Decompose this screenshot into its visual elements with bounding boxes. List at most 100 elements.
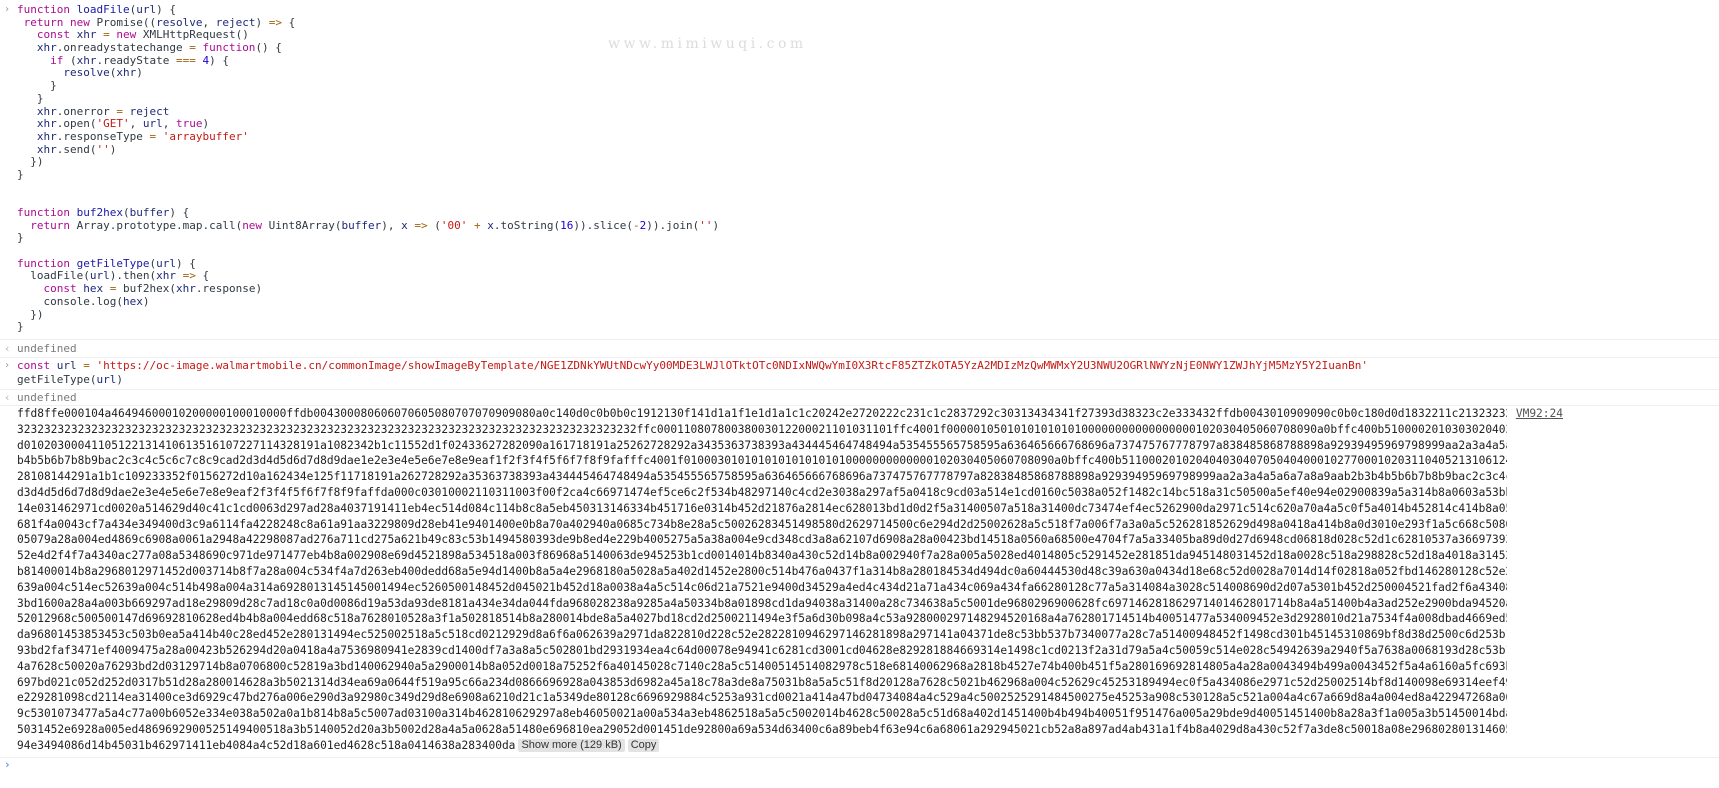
code-line: }) — [17, 155, 719, 169]
code-token: xhr — [76, 53, 97, 67]
code-token: => — [414, 218, 428, 232]
log-line: d3d4d5d6d7d8d9dae2e3e4e5e6e7e8e9eaf2f3f4… — [17, 485, 1507, 501]
code-line: }) — [17, 308, 719, 322]
code-token: return — [30, 218, 70, 232]
code-token: new — [242, 218, 263, 232]
show-more-button[interactable]: Show more (129 kB) — [518, 738, 625, 752]
code-token: const — [36, 28, 70, 42]
code-token: url — [156, 256, 176, 270]
divider — [0, 339, 1719, 340]
code-token: .send( — [56, 142, 97, 156]
code-token: .open( — [56, 117, 97, 131]
log-line: e229281098cd2114ea31400ce3d6929c47bd276a… — [17, 690, 1507, 706]
code-line: return Array.prototype.map.call(new Uint… — [17, 218, 719, 233]
hex-text: 14e031462971cd0020a514629d40c41c1cd0063d… — [17, 501, 1507, 515]
code-line: getFileType(url) — [17, 373, 1368, 387]
divider — [0, 757, 1719, 758]
hex-text: 93bd2faf3471ef4009475a28a00423b526294d20… — [17, 643, 1507, 657]
log-line: ffd8ffe000104a46494600010200000100010000… — [17, 406, 1507, 422]
divider — [0, 389, 1719, 390]
code-token: url — [56, 359, 77, 372]
code-token: buffer — [129, 206, 170, 219]
hex-text: d010203000411051221314106135161072271143… — [17, 438, 1507, 452]
code-block[interactable]: const url = 'https://oc-image.walmartmob… — [17, 359, 1368, 387]
code-token: 16 — [560, 218, 574, 232]
log-line: b81400014b8a2968012971452d003714b8f7a28a… — [17, 564, 1507, 580]
code-token: = — [83, 359, 90, 372]
hex-text: b81400014b8a2968012971452d003714b8f7a28a… — [17, 564, 1507, 578]
code-token: url — [96, 373, 117, 386]
code-token: ) { — [169, 206, 190, 219]
code-token: ) — [136, 66, 143, 80]
source-location-link[interactable]: VM92:24 — [1516, 406, 1563, 422]
code-token: '00' — [440, 218, 468, 232]
code-token: .toString( — [493, 218, 561, 232]
code-token: ( — [63, 53, 77, 67]
code-token: function — [17, 206, 70, 219]
code-token: function — [17, 256, 70, 270]
code-token: } — [17, 231, 24, 245]
log-line: 4a7628c50020a76293bd2d03129714b8a0706800… — [17, 659, 1507, 675]
code-line: } — [17, 168, 719, 182]
hex-text: 639a004c514ec52639a004c514b498a004a314a6… — [17, 580, 1507, 594]
hex-text: 697bd021c052d252d0317b51d28a280014628a3b… — [17, 675, 1507, 689]
code-token: ) — [202, 117, 210, 131]
hex-text: 4a7628c50020a76293bd2d03129714b8a0706800… — [17, 659, 1507, 673]
code-token: ), — [381, 218, 402, 232]
code-token: xhr — [116, 66, 137, 80]
code-block[interactable]: function loadFile( url ) { return new Prom… — [17, 3, 719, 334]
code-token: + — [474, 218, 481, 232]
code-token: true — [176, 117, 203, 131]
code-token: xhr — [36, 129, 57, 143]
code-token: => — [268, 15, 282, 29]
input-prompt-icon: › — [4, 360, 11, 371]
copy-button[interactable]: Copy — [627, 738, 660, 752]
code-token: Uint8Array( — [262, 218, 342, 232]
code-token: if — [50, 53, 64, 67]
code-line: console.log(hex) — [17, 294, 719, 309]
code-token: xhr — [76, 28, 97, 42]
code-token: ).then( — [109, 269, 157, 283]
code-token: xhr — [175, 282, 196, 296]
console-prompt-input[interactable]: › — [4, 758, 11, 771]
code-token: xhr — [36, 142, 57, 156]
log-line: 14e031462971cd0020a514629d40c41c1cd0063d… — [17, 501, 1507, 517]
log-line: 681f4a0043cf7a434e349400d3c9a6114fa42282… — [17, 517, 1507, 533]
code-token: )).join( — [646, 218, 700, 232]
code-token: console.log( — [17, 294, 123, 308]
code-token: } — [17, 79, 57, 93]
log-line: d010203000411051221314106135161072271143… — [17, 438, 1507, 454]
code-line: resolve(xhr) — [17, 67, 719, 80]
code-token: buf2hex( — [116, 282, 176, 296]
code-token: .responseType — [56, 129, 150, 143]
code-token: Promise(( — [89, 15, 157, 29]
code-token: url — [136, 3, 157, 16]
hex-text: 52012968c500500147d69692810628ed4b4b8a00… — [17, 612, 1507, 626]
hex-text: b4b5b6b7b8b9bac2c3c4c5c6c7c8c9cad2d3d4d5… — [17, 454, 1507, 468]
hex-text: 681f4a0043cf7a434e349400d3c9a6114fa42282… — [17, 517, 1507, 531]
log-line: 05079a28a004ed4869c6908a0061a2948a422980… — [17, 532, 1507, 548]
code-token: ( — [122, 206, 130, 219]
log-line: da96801453853453c503b0ea5a414b40c28ed452… — [17, 627, 1507, 643]
hex-text: 5031452e6928a005ed4869692900525149400518… — [17, 722, 1507, 736]
code-line: } — [17, 320, 719, 334]
code-token: loadFile( — [17, 269, 90, 283]
code-line: } — [17, 232, 719, 245]
log-line: 52e4d2f4f7a4340ac277a08a5348690c971de971… — [17, 548, 1507, 564]
code-token: const — [43, 282, 77, 296]
hex-text: 94e3494086d14b45031b462971411eb4084a4c52… — [17, 738, 516, 752]
log-message-text[interactable]: ffd8ffe000104a46494600010200000100010000… — [17, 406, 1507, 754]
log-line: 5031452e6928a005ed4869692900525149400518… — [17, 722, 1507, 738]
code-token: resolve — [63, 66, 110, 80]
code-token: ) — [109, 142, 117, 156]
code-token: hex — [83, 282, 104, 296]
code-token: new — [116, 28, 137, 42]
